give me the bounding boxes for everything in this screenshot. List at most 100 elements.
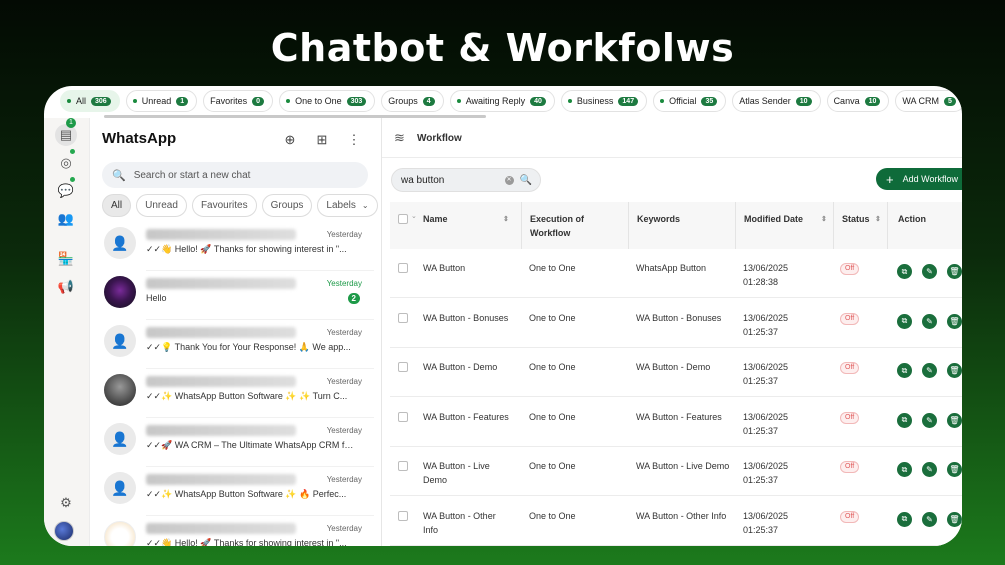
pill-labels[interactable]: Labels ⌄ <box>317 194 378 217</box>
chat-list-item[interactable]: Yesterday ✓✓👋 Hello! 🚀 Thanks for showing… <box>90 516 374 546</box>
row-checkbox[interactable] <box>398 510 408 521</box>
tab-dot <box>286 99 291 103</box>
chat-time: Yesterday <box>326 524 362 533</box>
col-name[interactable]: Name ⇕ <box>423 202 518 249</box>
cell-name: WA Button - Bonuses <box>423 312 509 323</box>
filter-tab[interactable]: Atlas Sender 10 <box>732 90 821 112</box>
row-checkbox[interactable] <box>398 461 408 471</box>
edit-icon[interactable]: ✎ <box>922 264 937 279</box>
status-badge[interactable]: Off <box>840 263 860 275</box>
row-checkbox[interactable] <box>398 263 408 273</box>
delete-icon[interactable]: 🗑 <box>947 313 962 329</box>
channels-icon[interactable]: 💬 <box>55 180 77 202</box>
status-icon[interactable]: ◎ <box>55 152 77 174</box>
edit-icon[interactable]: ✎ <box>922 313 937 329</box>
filter-tab[interactable]: One to One 303 <box>279 90 376 112</box>
filter-tab[interactable]: Groups 4 <box>381 90 444 112</box>
pill-favourites[interactable]: Favourites <box>191 194 257 217</box>
select-all-chevron-icon[interactable]: ⌄ <box>411 212 417 220</box>
cell-keywords: WhatsApp Button <box>636 263 707 273</box>
filter-tab-label: All <box>76 96 87 106</box>
chat-list-item[interactable]: 👤 Yesterday ✓✓🚀 WA CRM – The Ultimate What… <box>90 418 374 467</box>
status-badge[interactable]: Off <box>840 510 860 523</box>
clear-search-icon[interactable]: ✕ <box>504 175 514 185</box>
workflow-search-input[interactable]: wa button ✕ 🔍 <box>391 168 541 192</box>
filter-tab[interactable]: Unread 1 <box>125 90 198 112</box>
store-icon[interactable]: 🏪 <box>55 248 77 270</box>
filter-tab-count: 1 <box>176 96 189 106</box>
contact-name-blurred <box>146 425 296 436</box>
contact-avatar: 👤 <box>104 227 136 259</box>
edit-icon[interactable]: ✎ <box>922 363 937 378</box>
col-keywords: Keywords <box>628 202 732 249</box>
duplicate-icon[interactable]: ⧉ <box>897 363 912 378</box>
delete-icon[interactable]: 🗑 <box>947 462 962 477</box>
chats-icon[interactable]: ▤ <box>55 124 77 146</box>
filter-tab-count: 4 <box>422 96 435 106</box>
select-all-checkbox[interactable] <box>398 214 408 224</box>
delete-icon[interactable]: 🗑 <box>947 412 962 428</box>
duplicate-icon[interactable]: ⧉ <box>897 264 912 279</box>
col-name-label: Name <box>423 214 448 224</box>
chat-list-item[interactable]: Yesterday ✓✓✨ WhatsApp Button Software ✨ … <box>90 369 374 418</box>
cell-name: WA Button <box>423 263 466 273</box>
chat-list-item[interactable]: 👤 Yesterday ✓✓✨ WhatsApp Button Software ✨… <box>90 467 374 516</box>
search-icon[interactable]: 🔍 <box>520 175 532 186</box>
new-group-icon[interactable]: ⊞ <box>314 132 330 148</box>
filter-tab[interactable]: Awaiting Reply 40 <box>449 90 555 112</box>
filter-tab[interactable]: WA CRM 5 <box>895 90 962 112</box>
cell-name: WA Button - Other Info <box>423 510 496 535</box>
filter-tab[interactable]: All 306 <box>60 90 120 112</box>
duplicate-icon[interactable]: ⧉ <box>897 412 912 428</box>
col-status[interactable]: Status ⇕ <box>833 202 885 249</box>
megaphone-icon[interactable]: 📢 <box>55 276 77 298</box>
table-header: ⌄ Name ⇕ Execution of Workflow Keywords … <box>390 202 962 249</box>
delete-icon[interactable]: 🗑 <box>947 363 962 378</box>
chat-search-input[interactable]: 🔍 Search or start a new chat <box>102 162 368 188</box>
edit-icon[interactable]: ✎ <box>922 511 937 527</box>
status-badge[interactable]: Off <box>840 362 860 374</box>
pill-all[interactable]: All <box>102 194 132 217</box>
row-checkbox[interactable] <box>398 411 408 422</box>
edit-icon[interactable]: ✎ <box>922 462 937 477</box>
workflow-panel: ≋ Workflow wa button ✕ 🔍 + Add Workflow … <box>382 118 962 546</box>
chat-list-item[interactable]: Yesterday Hello 2 <box>90 271 374 320</box>
col-modified-date[interactable]: Modified Date ⇕ <box>735 202 831 249</box>
profile-avatar[interactable] <box>54 521 74 541</box>
filter-tab[interactable]: Canva 10 <box>826 90 890 112</box>
filter-tab[interactable]: Official 35 <box>653 90 727 112</box>
pill-unread[interactable]: Unread <box>136 194 187 217</box>
contact-name-blurred <box>146 278 296 289</box>
chat-list-item[interactable]: 👤 Yesterday ✓✓👋 Hello! 🚀 Thanks for showin… <box>90 222 374 271</box>
edit-icon[interactable]: ✎ <box>922 412 937 428</box>
table-row: WA Button One to One WhatsApp Button 13/06/… <box>390 249 962 298</box>
delete-icon[interactable]: 🗑 <box>947 511 962 527</box>
status-badge[interactable]: Off <box>840 411 860 424</box>
cell-execution: One to One <box>529 263 576 273</box>
table-row: WA Button - Demo One to One WA Button - De… <box>390 348 962 397</box>
filter-tab[interactable]: Business 147 <box>560 90 648 112</box>
modified-time: 01:25:37 <box>743 376 779 386</box>
pill-groups[interactable]: Groups <box>261 194 313 217</box>
add-workflow-button[interactable]: + Add Workflow <box>876 168 962 190</box>
duplicate-icon[interactable]: ⧉ <box>897 511 912 527</box>
channels-dot <box>70 177 75 182</box>
chat-list-item[interactable]: 👤 Yesterday ✓✓💡 Thank You for Your Respons… <box>90 320 374 369</box>
settings-gear-icon[interactable]: ⚙ <box>55 492 77 514</box>
status-badge[interactable]: Off <box>840 461 860 473</box>
tab-dot <box>456 99 461 103</box>
row-checkbox[interactable] <box>398 362 408 372</box>
col-execution: Execution of Workflow <box>521 202 625 249</box>
pill-labels-text: Labels <box>326 200 356 211</box>
col-status-label: Status <box>842 214 870 224</box>
duplicate-icon[interactable]: ⧉ <box>897 313 912 329</box>
row-checkbox[interactable] <box>398 312 408 323</box>
status-badge[interactable]: Off <box>840 312 860 325</box>
filter-tab[interactable]: Favorites 0 <box>203 90 274 112</box>
more-menu-icon[interactable]: ⋮ <box>346 132 362 148</box>
new-chat-icon[interactable]: ⊕ <box>282 132 298 148</box>
duplicate-icon[interactable]: ⧉ <box>897 462 912 477</box>
delete-icon[interactable]: 🗑 <box>947 264 962 279</box>
communities-icon[interactable]: 👥 <box>55 208 77 230</box>
col-action-label: Action <box>898 214 926 224</box>
